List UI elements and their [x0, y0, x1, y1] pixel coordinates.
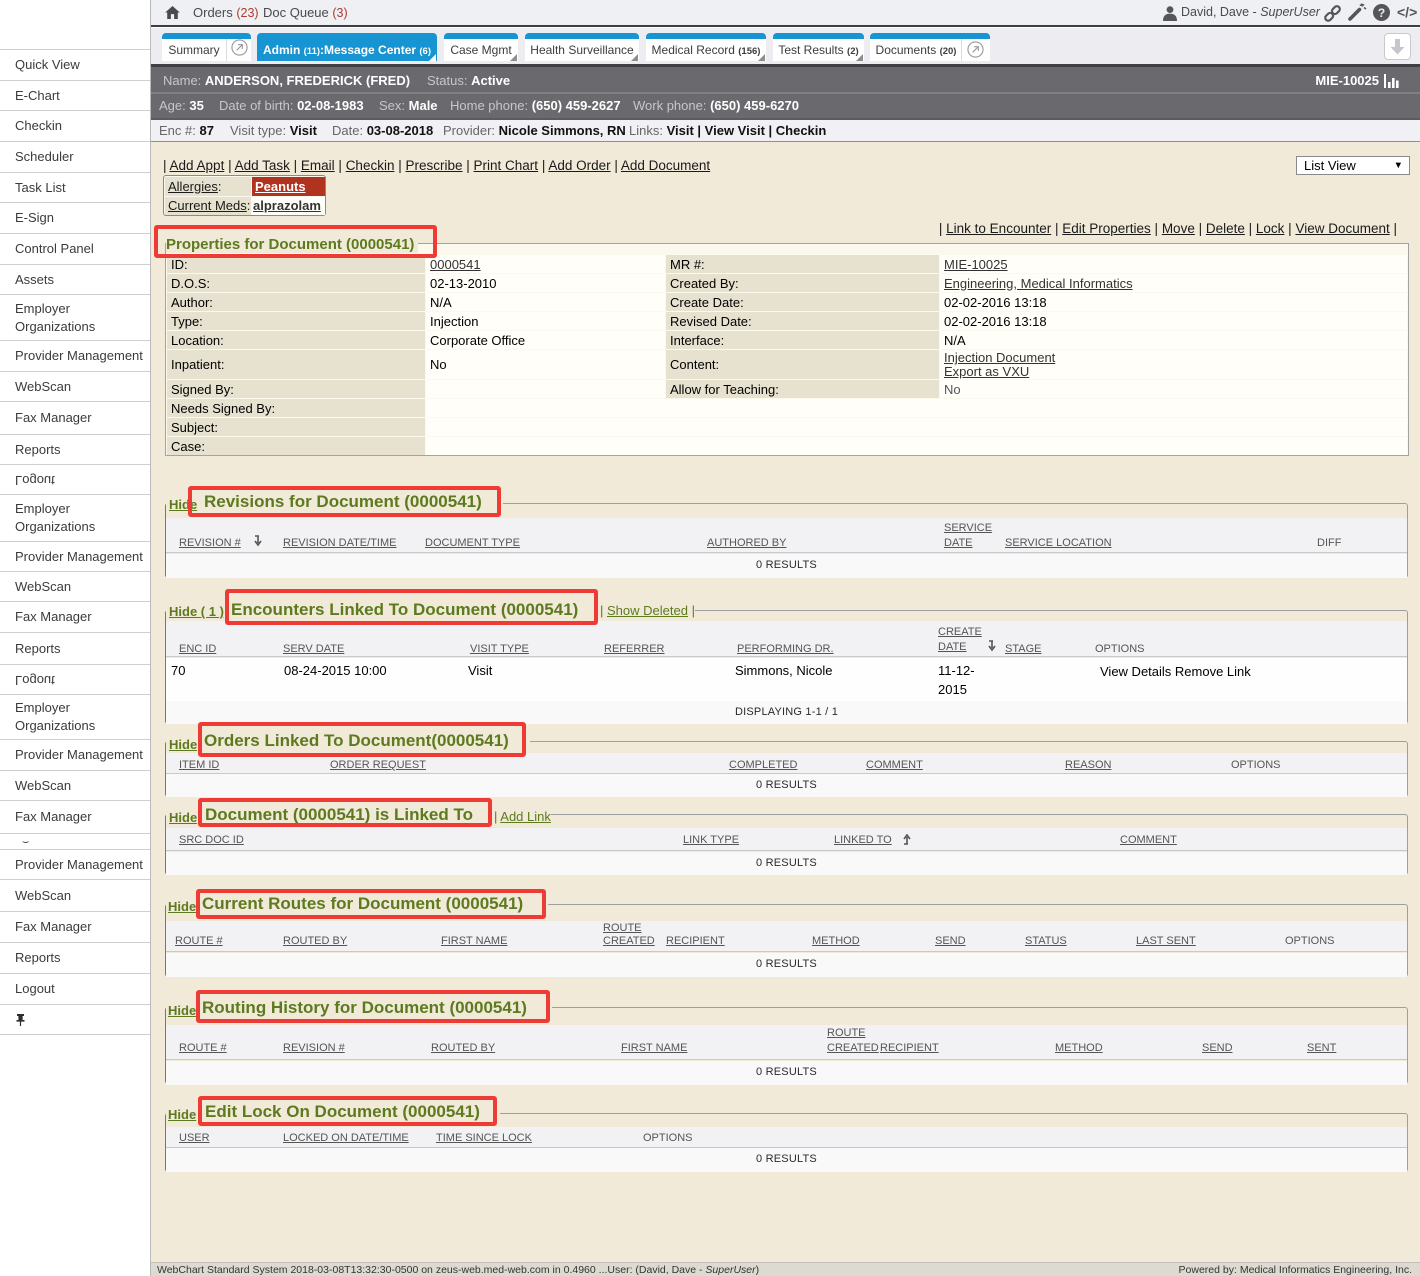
svg-text:?: ? [1378, 6, 1385, 20]
